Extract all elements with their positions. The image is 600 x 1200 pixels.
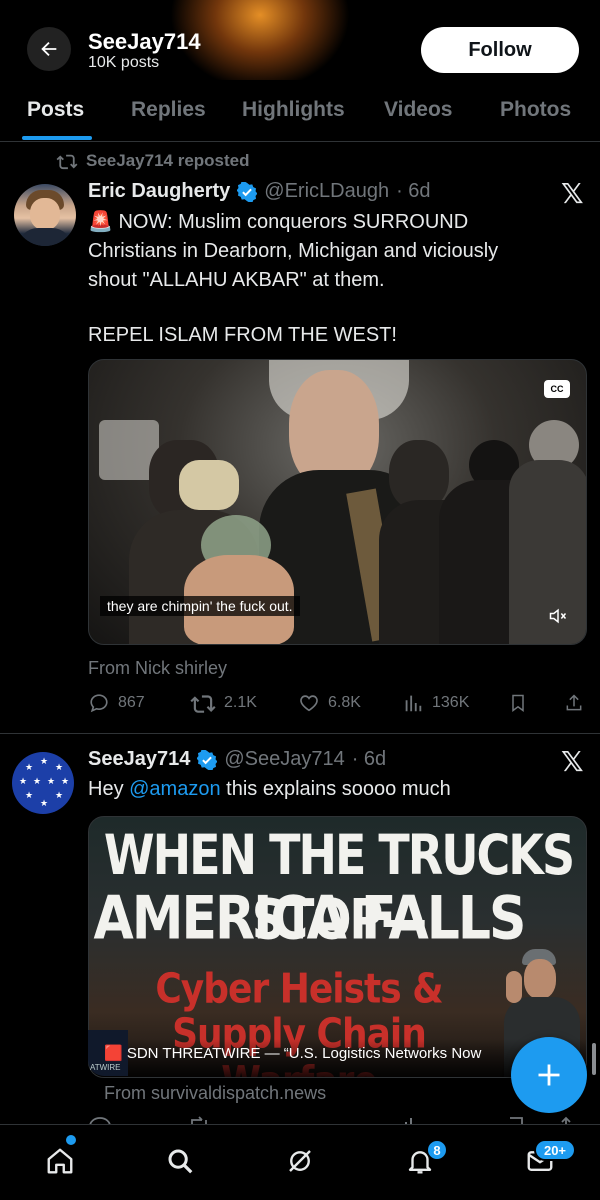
svg-text:★: ★ xyxy=(40,799,48,809)
repost-button[interactable]: 2.1K xyxy=(190,692,257,714)
repost-icon xyxy=(190,695,216,713)
home-icon xyxy=(47,1148,73,1174)
analytics-icon xyxy=(405,695,422,712)
grok-x-icon[interactable]: 𝕏 xyxy=(561,745,584,778)
profile-header: SeeJay714 10K posts Follow xyxy=(0,0,600,80)
svg-text:★: ★ xyxy=(33,777,41,787)
post-text-segment: Hey xyxy=(88,778,130,800)
link-card-title[interactable]: 🟥 SDN THREATWIRE — “U.S. Logistics Netwo… xyxy=(104,1044,520,1062)
post-text-line: 🚨 NOW: Muslim conquerors SURROUND xyxy=(88,211,469,233)
post-actions-partial xyxy=(88,1114,588,1124)
thumbnail-headline: AMERICA FALLS xyxy=(93,884,527,954)
nav-home[interactable] xyxy=(42,1143,78,1179)
author-handle: @EricLDaugh xyxy=(264,180,390,202)
scrollbar[interactable] xyxy=(592,1043,596,1075)
reply-count: 867 xyxy=(118,694,145,711)
views-button[interactable]: 136K xyxy=(402,692,469,714)
grok-x-icon[interactable]: 𝕏 xyxy=(561,177,584,210)
nav-search[interactable] xyxy=(162,1143,198,1179)
svg-text:★: ★ xyxy=(19,777,27,787)
messages-badge: 20+ xyxy=(534,1139,576,1161)
post-text-line: shout "ALLAHU AKBAR" at them. xyxy=(88,269,385,291)
svg-text:★: ★ xyxy=(25,763,33,773)
bookmark-icon xyxy=(512,694,524,712)
post-divider xyxy=(0,733,600,734)
post-author-row: SeeJay714 @SeeJay714 · 6d xyxy=(88,748,386,771)
view-count: 136K xyxy=(432,694,470,711)
bookmark-button[interactable] xyxy=(508,692,528,714)
svg-text:★: ★ xyxy=(47,777,55,787)
svg-text:★: ★ xyxy=(55,763,63,773)
post-time: · 6d xyxy=(396,180,431,202)
repost-count: 2.1K xyxy=(224,694,257,711)
post-text: Hey @amazon this explains soooo much xyxy=(88,775,578,804)
video-caption: they are chimpin' the fuck out. xyxy=(100,596,300,616)
author-name[interactable]: SeeJay714 xyxy=(88,748,190,771)
link-source[interactable]: From survivaldispatch.news xyxy=(104,1083,326,1104)
verified-badge-icon xyxy=(197,749,218,770)
plus-icon xyxy=(538,1064,560,1086)
grok-icon xyxy=(289,1150,311,1172)
post-text-segment: this explains soooo much xyxy=(220,778,451,800)
tab-photos[interactable]: Photos xyxy=(500,98,571,122)
svg-text:★: ★ xyxy=(61,777,69,787)
link-card-image[interactable]: WHEN THE TRUCKS STOP— AMERICA FALLS Cybe… xyxy=(88,816,587,1078)
avatar[interactable]: ★ ★ ★ ★ ★ ★ ★ ★ ★ ★ xyxy=(12,752,74,814)
post-time: · 6d xyxy=(351,748,387,770)
notifications-badge: 8 xyxy=(426,1139,448,1161)
share-icon xyxy=(566,694,582,711)
post-text-line: REPEL ISLAM FROM THE WEST! xyxy=(88,324,397,346)
reply-button[interactable]: 867 xyxy=(88,692,145,714)
tab-videos[interactable]: Videos xyxy=(384,98,452,122)
post-author-row: Eric Daugherty @EricLDaugh · 6d xyxy=(88,180,431,203)
back-button[interactable] xyxy=(27,27,71,71)
reply-icon xyxy=(90,694,108,713)
like-button[interactable]: 6.8K xyxy=(298,692,361,714)
repost-icon xyxy=(56,154,78,170)
heart-icon xyxy=(300,695,318,712)
svg-text:★: ★ xyxy=(55,791,63,801)
search-icon xyxy=(168,1149,193,1174)
svg-text:★: ★ xyxy=(25,791,33,801)
tab-posts[interactable]: Posts xyxy=(27,98,84,122)
repost-label: SeeJay714 reposted xyxy=(86,151,250,170)
compose-post-button[interactable] xyxy=(511,1037,587,1113)
svg-text:★: ★ xyxy=(40,757,48,767)
follow-button[interactable]: Follow xyxy=(421,27,579,73)
tab-highlights[interactable]: Highlights xyxy=(242,98,345,122)
mention-link[interactable]: @amazon xyxy=(129,778,220,800)
tab-replies[interactable]: Replies xyxy=(131,98,206,122)
post-count: 10K posts xyxy=(88,54,160,71)
post-text: 🚨 NOW: Muslim conquerors SURROUND Christ… xyxy=(88,208,578,350)
verified-badge-icon xyxy=(237,181,258,202)
share-button[interactable] xyxy=(564,692,584,714)
avatar[interactable] xyxy=(14,184,76,246)
profile-name: SeeJay714 xyxy=(88,29,201,54)
profile-tabs: Posts Replies Highlights Videos Photos xyxy=(0,80,600,142)
mute-icon[interactable] xyxy=(548,606,568,626)
stars-pattern: ★★ ★ ★ ★★ ★★★ ★ xyxy=(19,757,69,809)
active-tab-indicator xyxy=(22,136,92,140)
arrow-left-icon xyxy=(41,41,57,57)
post-actions: 867 2.1K 6.8K 136K xyxy=(88,692,588,716)
thumbnail-subheadline: Cyber Heists & xyxy=(155,965,443,1014)
post-text-line: Christians in Dearborn, Michigan and vic… xyxy=(88,240,499,262)
media-source: From Nick shirley xyxy=(88,658,228,678)
nav-grok[interactable] xyxy=(282,1143,318,1179)
repost-indicator: SeeJay714 reposted xyxy=(56,151,250,171)
author-name[interactable]: Eric Daugherty xyxy=(88,180,230,203)
author-handle: @SeeJay714 xyxy=(224,748,345,770)
like-count: 6.8K xyxy=(328,694,361,711)
closed-captions-icon[interactable]: CC xyxy=(544,380,570,398)
bottom-navigation xyxy=(0,1124,600,1200)
home-unread-dot xyxy=(66,1135,76,1145)
